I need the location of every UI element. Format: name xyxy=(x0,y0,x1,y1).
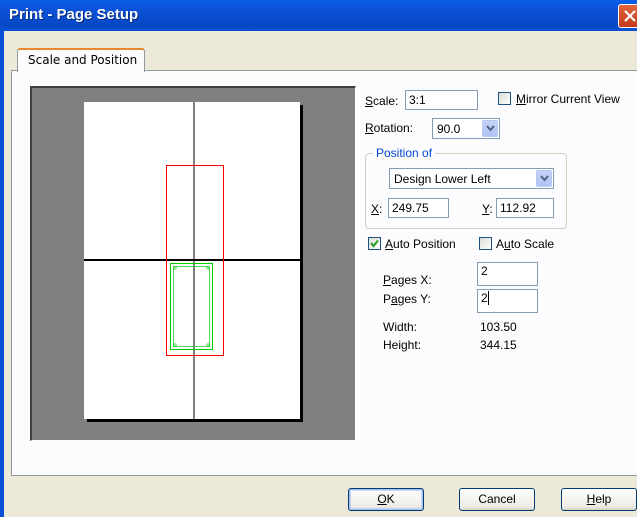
corner-marker xyxy=(206,266,210,270)
mirror-label: Mirror Current View xyxy=(516,92,620,106)
title-bar[interactable]: Print - Page Setup xyxy=(0,0,637,31)
position-of-title: Position of xyxy=(373,146,436,160)
corner-marker xyxy=(173,266,177,270)
ok-button[interactable]: OK xyxy=(348,488,424,511)
corner-marker xyxy=(173,343,177,347)
auto-scale-checkbox[interactable] xyxy=(479,237,492,250)
auto-scale-label: Auto Scale xyxy=(496,237,555,251)
chevron-down-icon[interactable] xyxy=(536,170,552,187)
chevron-down-icon[interactable] xyxy=(482,120,498,137)
position-of-select[interactable]: Design Lower Left xyxy=(389,168,554,189)
help-button[interactable]: Help xyxy=(561,488,637,511)
preview-paper xyxy=(84,102,300,419)
cancel-button[interactable]: Cancel xyxy=(459,488,535,511)
print-preview[interactable] xyxy=(30,86,356,441)
window-title: Print - Page Setup xyxy=(9,6,139,23)
corner-marker xyxy=(206,343,210,347)
design-outline-rect xyxy=(170,263,213,350)
x-label: X: xyxy=(371,202,383,216)
x-input[interactable]: 249.75 xyxy=(388,198,449,218)
auto-position-checkbox[interactable] xyxy=(368,237,381,250)
text-caret xyxy=(487,291,489,305)
mirror-checkbox[interactable] xyxy=(498,92,511,105)
preview-drawing xyxy=(84,102,300,419)
height-value: 344.15 xyxy=(480,338,517,352)
tab-scale-and-position[interactable]: Scale and Position xyxy=(17,48,145,72)
width-value: 103.50 xyxy=(480,320,517,334)
rotation-label: Rotation: xyxy=(365,121,414,135)
pages-x-input[interactable]: 2 xyxy=(477,262,538,286)
close-button[interactable] xyxy=(618,4,637,28)
tab-label: Scale and Position xyxy=(28,53,138,67)
pages-y-input[interactable]: 2 xyxy=(477,289,538,313)
y-label: Y: xyxy=(482,202,493,216)
pages-x-label: Pages X: xyxy=(383,273,432,287)
scale-input[interactable]: 3:1 xyxy=(405,90,478,110)
page-setup-dialog: Print - Page Setup Scale and Position Sc… xyxy=(0,0,637,517)
y-input[interactable]: 112.92 xyxy=(496,198,554,218)
checkmark-icon xyxy=(370,239,379,248)
width-label: Width: xyxy=(383,320,418,334)
auto-position-label: Auto Position xyxy=(385,237,456,251)
height-label: Height: xyxy=(383,338,422,352)
scale-label: Scale: xyxy=(365,94,399,108)
design-inner-rect xyxy=(173,266,210,347)
rotation-select[interactable]: 90.0 xyxy=(432,118,500,139)
close-icon xyxy=(624,10,636,22)
pages-y-label: Pages Y: xyxy=(383,292,431,306)
